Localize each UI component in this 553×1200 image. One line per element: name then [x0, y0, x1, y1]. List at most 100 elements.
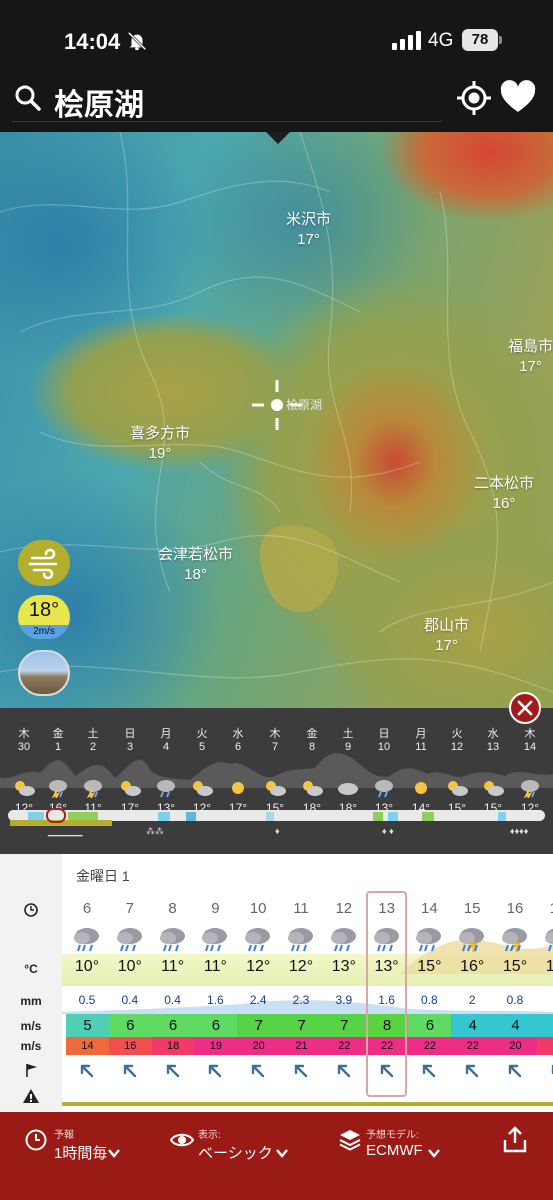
chevron-down-icon[interactable] — [108, 1148, 120, 1158]
city-label[interactable]: 喜多方市 19° — [130, 424, 190, 464]
hour-label[interactable]: 7 — [109, 900, 151, 917]
gust-cell: 21 — [280, 1037, 323, 1055]
hour-label[interactable]: 15 — [451, 900, 493, 917]
city-label[interactable]: 郡山市 17° — [424, 616, 469, 656]
header: 14:04 4G 78 桧原湖 — [0, 0, 553, 132]
wind-speed-cell: 7 — [237, 1014, 281, 1038]
wind-direction-arrow-icon — [194, 1062, 236, 1080]
day-cell[interactable]: 水 6 17° — [218, 728, 258, 815]
rain-icon — [327, 924, 361, 954]
wind-speed-cell: 6 — [151, 1014, 195, 1038]
city-name: 会津若松市 — [158, 546, 234, 563]
hour-label[interactable]: 11 — [280, 900, 322, 917]
hour-label[interactable]: 10 — [237, 900, 279, 917]
hour-label[interactable]: 12 — [323, 900, 365, 917]
chevron-down-icon[interactable] — [428, 1148, 440, 1158]
partly-cloudy-icon — [448, 781, 468, 796]
display-value[interactable]: ベーシック — [198, 1142, 273, 1163]
rain-drop-icon: ♦ — [275, 826, 280, 836]
rain-icon — [284, 924, 318, 954]
hourly-table[interactable]: °C mm m/s m/s 金曜日 1 6 10° 0.5 5 14 7 10° 0.4 6 16… — [0, 854, 553, 1112]
hour-label[interactable]: 6 — [66, 900, 108, 917]
city-label[interactable]: 福島市 17° — [508, 337, 553, 377]
layers-icon[interactable] — [338, 1128, 362, 1152]
precip-value: 2 — [468, 993, 476, 1007]
rain-drop-icon: ♦ ♦ — [382, 826, 394, 836]
search-icon[interactable] — [14, 84, 42, 112]
temp-value: 15° — [502, 958, 528, 975]
city-temp: 18° — [184, 566, 207, 583]
thunder-rain-icon — [455, 924, 489, 954]
search-query[interactable]: 桧原湖 — [54, 80, 144, 124]
selected-hour-highlight[interactable] — [366, 891, 407, 1097]
clock-icon[interactable] — [24, 1128, 48, 1152]
precip-row-label: mm — [20, 994, 42, 1008]
precip-value: 0.4 — [164, 993, 181, 1007]
temp-value: 12° — [288, 958, 314, 975]
day-cell[interactable]: 木 14 12° — [510, 728, 550, 815]
thunder-rain-icon — [84, 780, 102, 798]
city-temp: 17° — [519, 358, 542, 375]
current-time-marker[interactable] — [46, 808, 66, 823]
model-value[interactable]: ECMWF — [366, 1142, 423, 1159]
close-icon[interactable] — [509, 692, 541, 724]
chevron-down-icon[interactable] — [276, 1148, 288, 1158]
webcam-photo-button[interactable] — [18, 650, 70, 696]
day-cell[interactable]: 水 13 15° — [473, 728, 513, 815]
thunder-rain-icon — [49, 780, 67, 798]
cloud-icon — [338, 783, 358, 795]
forecast-value[interactable]: 1時間毎 — [54, 1142, 107, 1163]
thunder-rain-icon — [521, 780, 539, 798]
hour-label[interactable]: 14 — [408, 900, 450, 917]
day-cell[interactable]: 火 12 15° — [437, 728, 477, 815]
city-name: 福島市 — [508, 338, 553, 355]
gust-cell: 22 — [451, 1037, 495, 1055]
status-bar: 14:04 4G 78 — [0, 0, 553, 80]
day-cell[interactable]: 土 9 18° — [328, 728, 368, 815]
locate-icon[interactable] — [456, 80, 492, 116]
forecast-caption: 予報 — [54, 1130, 74, 1141]
hour-label[interactable]: 8 — [152, 900, 194, 917]
temp-value: 10° — [117, 958, 142, 975]
warning-icon — [23, 1089, 39, 1103]
city-label[interactable]: 会津若松市 18° — [158, 545, 233, 585]
hour-label[interactable]: 16 — [494, 900, 536, 917]
rain-icon — [241, 924, 275, 954]
day-cell[interactable]: 金 8 18° — [292, 728, 332, 815]
day-cell[interactable]: 日 3 17° — [110, 728, 150, 815]
wind-direction-arrow-icon — [537, 1062, 553, 1080]
rain-icon — [70, 924, 104, 954]
search-field[interactable]: 桧原湖 — [12, 78, 442, 122]
thunder-rain-icon — [498, 924, 532, 954]
wind-row-label: m/s — [20, 1019, 42, 1033]
day-cell[interactable]: 日 10 13° — [364, 728, 404, 815]
day-cell[interactable]: 土 2 11° — [73, 728, 113, 815]
gust-cell: 19 — [194, 1037, 238, 1055]
display-caption: 表示: — [198, 1130, 221, 1141]
day-cell[interactable]: 木 7 15° — [255, 728, 295, 815]
wind-direction-arrow-icon — [237, 1062, 279, 1080]
hour-label[interactable]: 17 — [537, 900, 553, 917]
city-label[interactable]: 米沢市 17° — [286, 210, 331, 250]
day-cell[interactable]: 金 1 16° — [38, 728, 78, 815]
wind-layer-button[interactable] — [18, 540, 70, 586]
temp-value: 12° — [246, 958, 271, 975]
wind-direction-arrow-icon — [66, 1062, 108, 1080]
eye-icon[interactable] — [170, 1128, 194, 1152]
rain-icon — [198, 924, 232, 954]
day-cell[interactable]: 火 5 12° — [182, 728, 222, 815]
hour-label[interactable]: 9 — [194, 900, 236, 917]
clock-icon — [24, 903, 38, 917]
wind-direction-arrow-icon — [323, 1062, 365, 1080]
wind-direction-arrow-icon — [109, 1062, 151, 1080]
precip-value: 2.3 — [292, 993, 310, 1007]
wind-direction-flag-icon — [26, 1064, 37, 1077]
day-cell[interactable]: 月 11 14° — [401, 728, 441, 815]
day-cell[interactable]: 月 4 13° — [146, 728, 186, 815]
city-label[interactable]: 二本松市 16° — [474, 474, 534, 514]
temp-value: 13° — [331, 958, 356, 975]
table-day-label: 金曜日 1 — [76, 868, 130, 884]
share-icon[interactable] — [502, 1126, 528, 1154]
favorite-heart-icon[interactable] — [500, 80, 536, 116]
temperature-layer-button[interactable]: 18° 2m/s — [18, 595, 70, 639]
